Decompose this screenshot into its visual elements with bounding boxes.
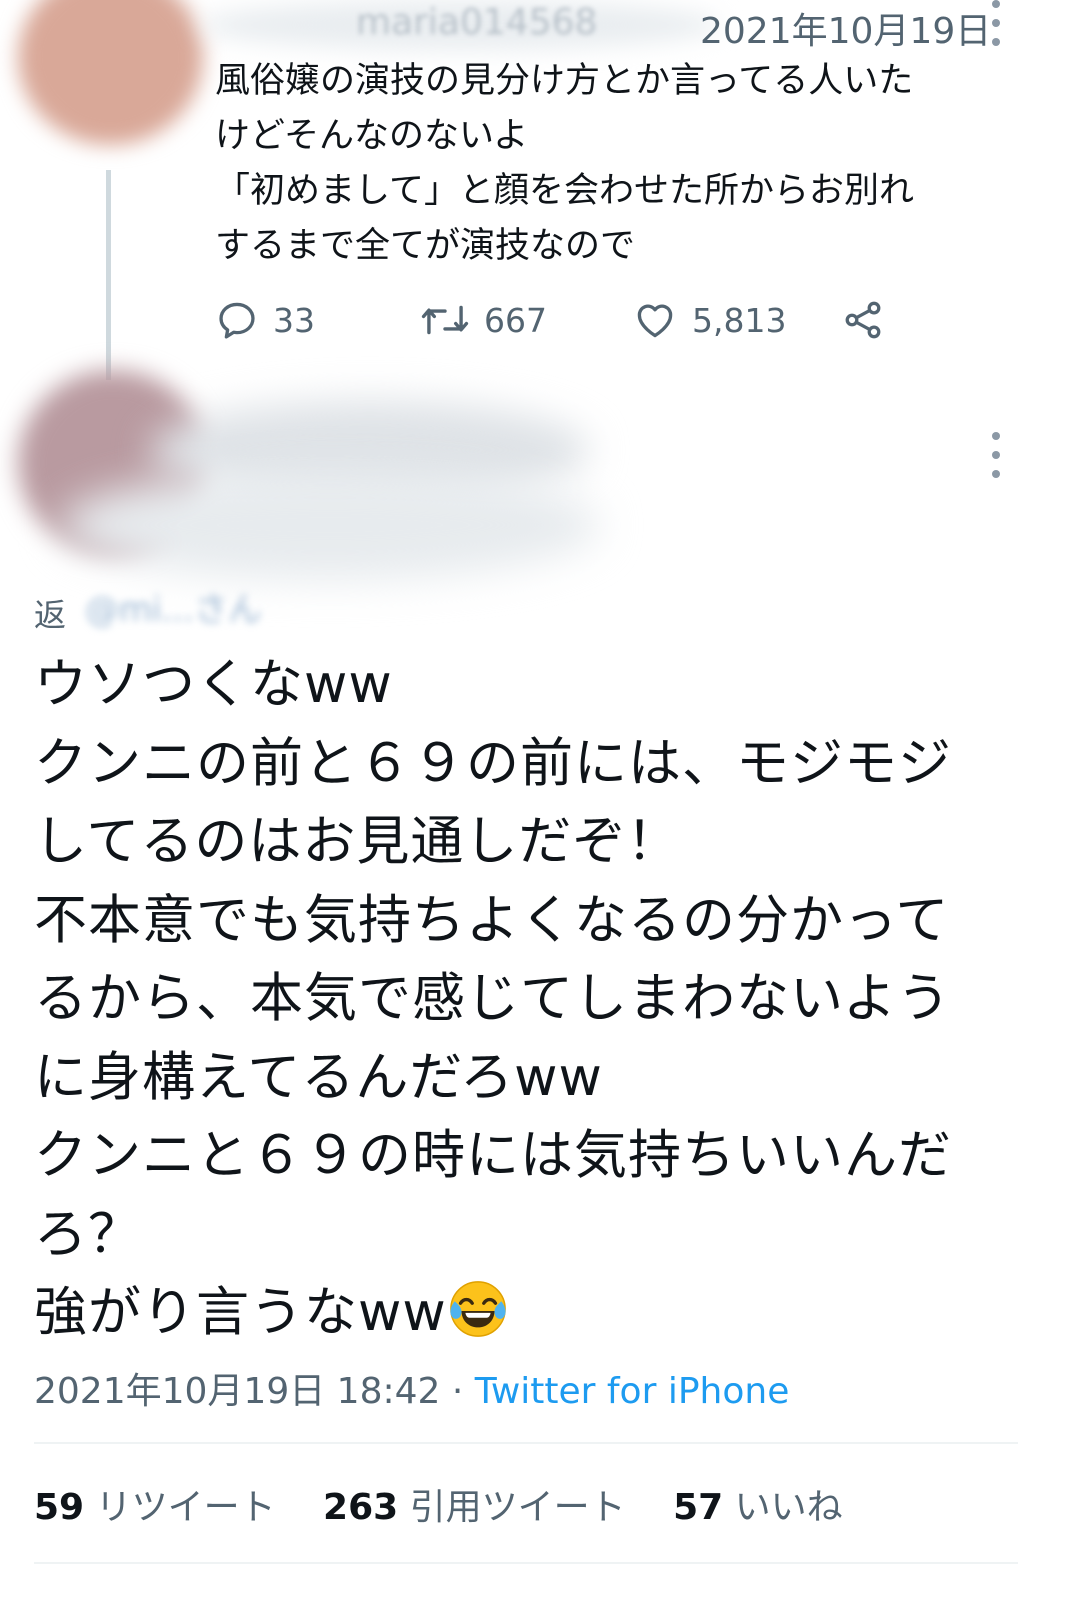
reply-icon xyxy=(219,302,255,339)
timestamp-separator: · xyxy=(440,1371,475,1412)
top-more-options-icon[interactable] xyxy=(989,0,1003,46)
top-avatar[interactable] xyxy=(18,0,203,145)
tweet-stats: 59 リツイート 263 引用ツイート 57 いいね xyxy=(34,1478,879,1530)
top-tweet-line: するまで全てが演技なので xyxy=(215,226,636,266)
main-tweet-line: るから、本気で感じてしまわないよう xyxy=(34,968,951,1029)
like-button[interactable]: 5,813 xyxy=(632,298,786,342)
tweet-date-time[interactable]: 2021年10月19日 18:42 xyxy=(34,1371,440,1412)
heart-icon xyxy=(637,304,673,338)
reply-button[interactable]: 33 xyxy=(215,298,315,342)
main-tweet-line: に身構えてるんだろww xyxy=(34,1046,603,1108)
top-username[interactable]: maria014568 xyxy=(356,2,597,43)
retweets-count: 59 xyxy=(34,1487,85,1528)
retweets-stat[interactable]: 59 リツイート xyxy=(34,1487,276,1528)
tweet-source-link[interactable]: Twitter for iPhone xyxy=(475,1371,790,1412)
likes-stat[interactable]: 57 いいね xyxy=(673,1487,843,1528)
main-tweet-line: ろ？ xyxy=(34,1203,142,1265)
main-tweet-line: 強がり言うなww xyxy=(34,1282,447,1343)
share-icon xyxy=(845,301,881,339)
quotes-count: 263 xyxy=(323,1487,399,1528)
quotes-label: 引用ツイート xyxy=(409,1487,626,1528)
face-with-tears-of-joy-icon xyxy=(449,1281,506,1337)
retweets-label: リツイート xyxy=(95,1487,276,1528)
main-tweet-line: ウソつくなww xyxy=(34,654,393,715)
reply-count: 33 xyxy=(273,300,315,340)
divider xyxy=(34,1442,1018,1444)
top-tweet-line: 「初めまして」と顔を会わせた所からお別れ xyxy=(215,171,914,211)
main-tweet-last-line: 強がり言うなww xyxy=(34,1274,1044,1353)
divider xyxy=(34,1562,1018,1564)
thread-connector-line xyxy=(106,170,111,380)
top-tweet-date[interactable]: 2021年10月19日 xyxy=(700,2,991,54)
main-tweet-line: してるのはお見通しだぞ！ xyxy=(34,811,681,872)
quotes-stat[interactable]: 263 引用ツイート xyxy=(323,1487,626,1528)
replying-to-handle[interactable]: @mi...さん xyxy=(85,582,555,630)
top-tweet-actions: 33 667 5,813 xyxy=(0,298,1080,348)
main-tweet-text: ウソつくなww クンニの前と６９の前には、モジモジ してるのはお見通しだぞ！ 不… xyxy=(34,646,1044,1353)
main-tweet-line: クンニの前と６９の前には、モジモジ xyxy=(34,732,952,794)
top-tweet-line: けどそんなのないよ xyxy=(215,116,529,156)
retweet-count: 667 xyxy=(484,300,547,340)
likes-label: いいね xyxy=(734,1487,843,1528)
likes-count: 57 xyxy=(673,1487,724,1528)
like-count: 5,813 xyxy=(692,300,787,340)
share-button[interactable] xyxy=(840,298,886,342)
top-tweet-line: 風俗嬢の演技の見分け方とか言ってる人いた xyxy=(215,61,914,101)
main-more-options-icon[interactable] xyxy=(989,432,1003,478)
retweet-button[interactable]: 667 xyxy=(420,298,547,342)
retweet-icon xyxy=(421,305,469,335)
main-handle-blur xyxy=(60,470,600,580)
main-tweet-line: 不本意でも気持ちよくなるの分かって xyxy=(34,889,950,951)
replying-to-label: 返 xyxy=(34,596,67,634)
top-tweet-text: 風俗嬢の演技の見分け方とか言ってる人いた けどそんなのないよ 「初めまして」と顔… xyxy=(215,54,1015,274)
tweet-timestamp: 2021年10月19日 18:42 · Twitter for iPhone xyxy=(34,1362,789,1414)
main-tweet-line: クンニと６９の時には気持ちいいんだ xyxy=(34,1125,952,1186)
